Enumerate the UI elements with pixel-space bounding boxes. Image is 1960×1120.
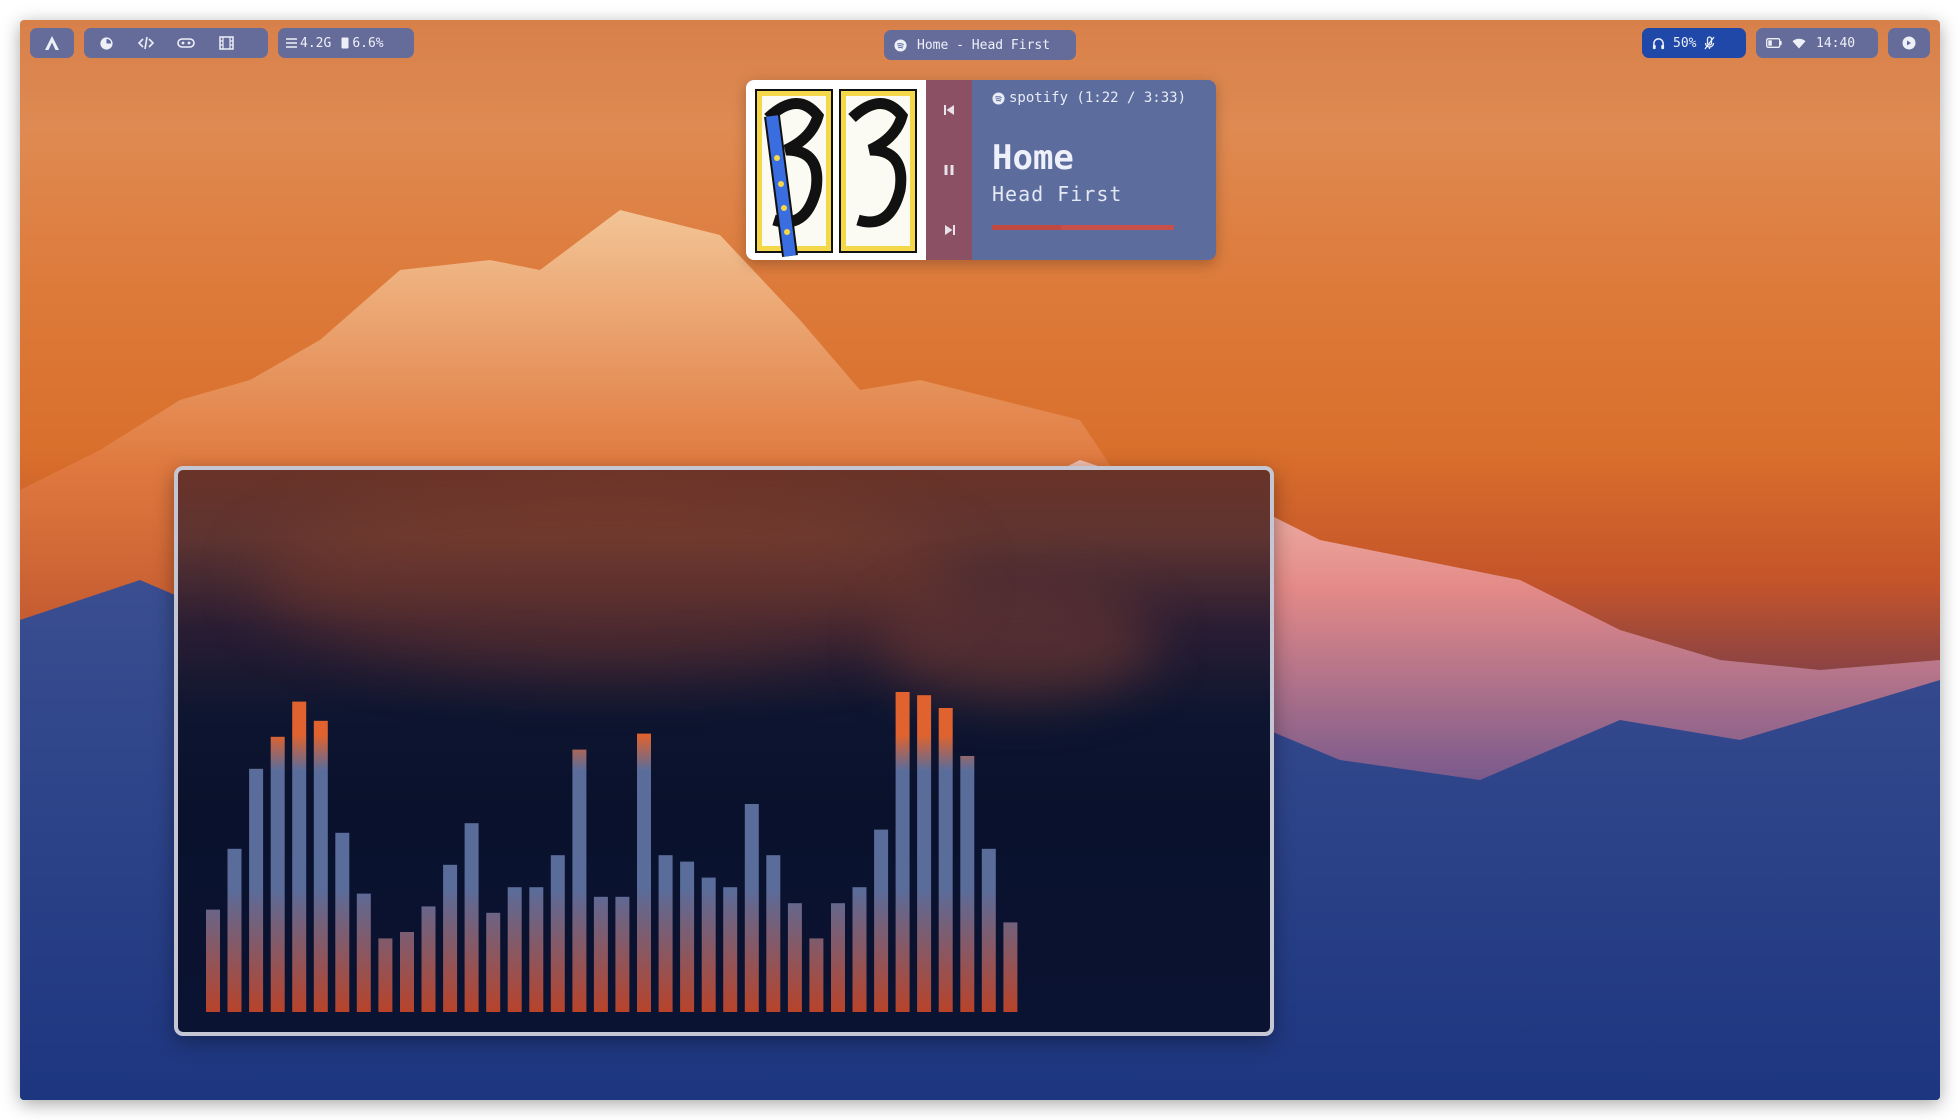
visualizer-bar xyxy=(766,855,781,1012)
launcher-button[interactable] xyxy=(30,28,74,58)
power-icon xyxy=(1902,36,1916,50)
volume-value: 50% xyxy=(1673,35,1697,51)
memory-value: 4.2G xyxy=(300,35,332,51)
progress-bar[interactable] xyxy=(992,225,1174,230)
visualizer-bar xyxy=(831,903,845,1012)
visualizer-bar xyxy=(852,887,867,1012)
spotify-icon xyxy=(992,91,1005,105)
visualizer-bar xyxy=(680,861,695,1012)
code-icon[interactable] xyxy=(126,28,166,58)
visualizer-bar xyxy=(615,896,630,1012)
visualizer-bar xyxy=(787,903,802,1012)
visualizer-bars xyxy=(206,692,1018,1012)
headphones-icon xyxy=(1652,37,1665,49)
film-icon[interactable] xyxy=(206,28,246,58)
disk-value: 6.6% xyxy=(352,35,384,51)
visualizer-bar xyxy=(529,887,544,1012)
visualizer-bar xyxy=(895,692,910,1012)
visualizer-bar xyxy=(356,893,371,1012)
wifi-icon xyxy=(1792,38,1806,48)
visualizer-bar xyxy=(507,887,522,1012)
disk-stat: 6.6% xyxy=(341,35,384,51)
visualizer-bar xyxy=(723,887,738,1012)
player-source: spotify (1:22 / 3:33) xyxy=(992,90,1186,106)
album-cover xyxy=(746,80,926,260)
firefox-icon[interactable] xyxy=(86,28,126,58)
audio-visualizer-window[interactable] xyxy=(174,466,1274,1036)
visualizer-bar xyxy=(572,749,587,1012)
window-title-text: Home - Head First xyxy=(917,37,1051,53)
arch-logo-icon xyxy=(32,28,72,58)
app-shortcuts xyxy=(84,28,268,58)
desktop: 4.2G 6.6% Home - Head First 50% 14:40 sp… xyxy=(20,20,1940,1100)
mic-muted-icon xyxy=(1704,36,1716,50)
power-button[interactable] xyxy=(1888,28,1930,58)
status-widget[interactable]: 14:40 xyxy=(1756,28,1878,58)
visualizer-bar xyxy=(744,804,759,1012)
menu-icon xyxy=(286,38,297,48)
visualizer-bar xyxy=(1003,922,1018,1012)
visualizer-bar xyxy=(874,829,889,1012)
visualizer-bar xyxy=(981,848,996,1012)
visualizer-bar xyxy=(313,720,328,1012)
active-window-title[interactable]: Home - Head First xyxy=(884,30,1076,60)
pause-icon xyxy=(944,165,954,175)
visualizer-bar xyxy=(378,938,393,1012)
visualizer-bar xyxy=(809,938,824,1012)
visualizer-bar xyxy=(637,733,651,1012)
visualizer-bar xyxy=(593,896,608,1012)
visualizer-bar xyxy=(550,855,565,1012)
visualizer-bar xyxy=(464,823,479,1012)
visualizer-bar xyxy=(960,756,975,1012)
progress-fill xyxy=(992,225,1062,230)
visualizer-bar xyxy=(400,932,414,1012)
visualizer-bar xyxy=(249,768,264,1012)
visualizer-bar xyxy=(421,906,436,1012)
playback-controls xyxy=(926,80,972,260)
visualizer-bar xyxy=(917,695,932,1012)
memory-stat: 4.2G xyxy=(286,36,331,51)
previous-icon xyxy=(943,105,954,115)
visualizer-bar xyxy=(658,855,673,1012)
disk-icon xyxy=(341,37,349,49)
artist-name: Head First xyxy=(992,182,1123,206)
track-info: spotify (1:22 / 3:33) Home Head First xyxy=(992,80,1216,260)
system-stats: 4.2G 6.6% xyxy=(278,28,414,58)
next-button[interactable] xyxy=(934,215,964,245)
visualizer-bar xyxy=(270,736,285,1012)
song-title: Home xyxy=(992,138,1074,178)
previous-button[interactable] xyxy=(934,95,964,125)
pause-button[interactable] xyxy=(934,155,964,185)
audio-widget[interactable]: 50% xyxy=(1642,28,1746,58)
visualizer-bar xyxy=(486,912,501,1012)
visualizer-bar xyxy=(335,832,350,1012)
visualizer-bar xyxy=(292,701,307,1012)
source-text: spotify (1:22 / 3:33) xyxy=(1009,90,1187,106)
next-icon xyxy=(944,225,955,235)
media-player-popup: spotify (1:22 / 3:33) Home Head First xyxy=(746,80,1216,260)
visualizer-bar xyxy=(227,848,242,1012)
visualizer-bar xyxy=(443,864,458,1012)
visualizer-bar xyxy=(206,909,220,1012)
clock: 14:40 xyxy=(1816,35,1856,51)
spotify-icon xyxy=(894,38,907,52)
gamepad-icon[interactable] xyxy=(166,28,206,58)
battery-icon xyxy=(1766,38,1782,48)
visualizer-bar xyxy=(701,877,716,1012)
visualizer-bar xyxy=(938,708,953,1012)
